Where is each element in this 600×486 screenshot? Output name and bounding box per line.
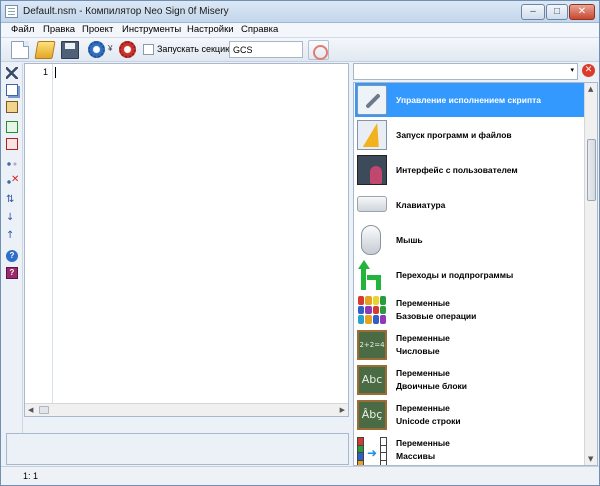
book-icon[interactable]: ? [6,267,18,279]
menu-file[interactable]: Файл [11,24,34,35]
scroll-thumb[interactable] [587,139,596,201]
menu-edit[interactable]: Правка [43,24,75,35]
delete-line-icon[interactable] [6,174,19,188]
main-window: Default.nsm - Компилятор Neo Sign 0f Mis… [0,0,600,486]
command-category-list: Управление исполнением скрипта Запуск пр… [353,82,598,466]
move-down-icon[interactable]: ↓ [6,212,18,224]
category-jumps[interactable]: Переходы и подпрограммы [355,258,584,292]
category-keyboard[interactable]: Клавиатура [355,188,584,222]
category-sublabel: Двоичные блоки [396,381,468,391]
section-name-field[interactable]: GCS [229,41,303,58]
category-sublabel: Базовые операции [396,311,477,321]
keyboard-icon [357,196,387,212]
gear-red-icon[interactable] [119,41,136,58]
compile-dropdown-arrow[interactable]: ¥ [108,44,112,53]
save-disk-icon[interactable] [61,41,79,59]
run-section-checkbox[interactable] [143,44,154,55]
copy-icon[interactable] [6,84,18,96]
category-label: Переменные [396,368,450,378]
category-sublabel: Числовые [396,346,440,356]
close-button[interactable]: ✕ [569,4,595,20]
category-label: Интерфейс с пользователем [396,165,518,175]
cut-icon[interactable] [6,67,18,79]
command-filter-combo[interactable]: ▾ [353,63,578,80]
help-icon[interactable]: ? [6,250,18,262]
chalkboard-unicode-icon: Âbç [357,400,387,430]
jump-arrow-icon [357,260,387,290]
editor-horizontal-scrollbar[interactable]: ◀ ▶ [25,403,348,416]
category-variables-basic[interactable]: Переменные Базовые операции [355,293,584,327]
menu-settings[interactable]: Настройки [187,24,234,35]
output-pane[interactable] [6,433,349,465]
category-variables-arrays[interactable]: ➜ Переменные Массивы [355,433,584,465]
status-bar: 1: 1 [1,466,599,485]
wrench-icon [357,85,387,115]
array-icon: ➜ [357,435,387,465]
category-label: Мышь [396,235,423,245]
window-title: Default.nsm - Компилятор Neo Sign 0f Mis… [23,6,229,17]
scroll-right-icon[interactable]: ▶ [340,406,345,414]
line-number-gutter: 1 [25,64,53,404]
minimize-button[interactable]: – [521,4,545,20]
app-icon [5,5,18,18]
menu-tools[interactable]: Инструменты [122,24,181,35]
add-page-icon[interactable] [6,121,18,133]
maximize-button[interactable]: □ [546,4,568,20]
clear-filter-icon[interactable]: ✕ [582,64,595,77]
open-folder-icon[interactable] [34,41,56,59]
command-list-scrollbar[interactable]: ▲ ▼ [584,83,597,465]
category-sublabel: Массивы [396,451,436,461]
chalkboard-numbers-icon: 2+2=4 [357,330,387,360]
scroll-up-icon[interactable]: ▲ [588,85,593,93]
category-label: Клавиатура [396,200,446,210]
new-file-icon[interactable] [11,41,29,59]
insert-line-icon[interactable] [6,158,18,170]
move-up-icon[interactable]: ↑ [6,230,18,242]
category-label: Переменные [396,438,450,448]
lightning-icon [357,120,387,150]
paste-icon[interactable] [6,101,18,113]
category-label: Переменные [396,298,450,308]
target-icon[interactable] [308,40,329,60]
category-variables-binary[interactable]: Abc Переменные Двоичные блоки [355,363,584,397]
category-variables-unicode[interactable]: Âbç Переменные Unicode строки [355,398,584,432]
cursor-position: 1: 1 [23,471,39,481]
category-label: Переменные [396,333,450,343]
line-number: 1 [42,67,48,77]
mouse-icon [361,225,381,255]
scroll-down-icon[interactable]: ▼ [588,455,593,463]
category-sublabel: Unicode строки [396,416,461,426]
category-mouse[interactable]: Мышь [355,223,584,257]
editor-side-toolbar: ⇅ ↓ ↑ ? ? [1,63,23,433]
menu-bar: Файл Правка Проект Инструменты Настройки… [1,23,599,38]
menu-project[interactable]: Проект [82,24,113,35]
category-label: Переходы и подпрограммы [396,270,514,280]
category-run-programs[interactable]: Запуск программ и файлов [355,118,584,152]
gear-blue-icon[interactable] [88,41,105,58]
category-label: Управление исполнением скрипта [396,95,541,105]
script-editor[interactable]: 1 ◀ ▶ [24,63,349,417]
scroll-thumb[interactable] [39,406,49,414]
delete-page-icon[interactable] [6,138,18,150]
chalkboard-abc-icon: Abc [357,365,387,395]
title-bar[interactable]: Default.nsm - Компилятор Neo Sign 0f Mis… [1,1,599,23]
command-filter-bar: ▾ ✕ [353,63,598,81]
run-section-label[interactable]: Запускать секцию [157,44,232,54]
category-user-interface[interactable]: Интерфейс с пользователем [355,153,584,187]
category-variables-numeric[interactable]: 2+2=4 Переменные Числовые [355,328,584,362]
category-label: Запуск программ и файлов [396,130,512,140]
swap-lines-icon[interactable]: ⇅ [6,194,18,206]
category-label: Переменные [396,403,450,413]
main-toolbar: ¥ Запускать секцию GCS [1,38,599,62]
color-blocks-icon [357,295,387,325]
scroll-left-icon[interactable]: ◀ [28,406,33,414]
menu-help[interactable]: Справка [241,24,278,35]
user-interface-icon [357,155,387,185]
chevron-down-icon[interactable]: ▾ [570,66,574,74]
text-cursor [55,67,56,78]
category-script-control[interactable]: Управление исполнением скрипта [355,83,584,117]
